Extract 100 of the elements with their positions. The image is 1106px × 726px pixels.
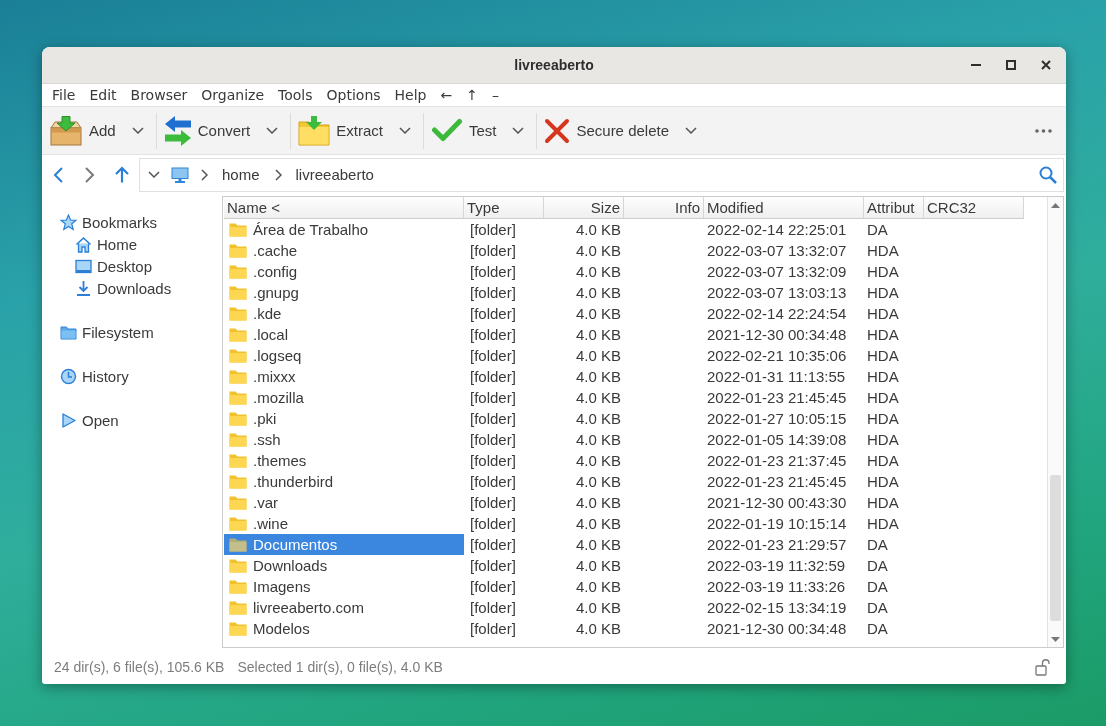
folder-entry[interactable]: Área de Trabalho [224, 219, 464, 240]
file-size: 4.0 KB [574, 514, 622, 534]
folder-entry[interactable]: .mixxx [224, 366, 464, 387]
column-header[interactable]: Info [624, 197, 704, 219]
box-icon [49, 115, 83, 146]
menu-item[interactable]: ← [433, 84, 460, 106]
menu-item[interactable]: File [45, 84, 83, 106]
folder-icon [229, 243, 247, 258]
folder-entry[interactable]: .pki [224, 408, 464, 429]
vertical-scrollbar[interactable] [1047, 197, 1063, 647]
menu-item[interactable]: Help [387, 84, 434, 106]
modified-time: 2022-03-07 13:32:07 [706, 241, 848, 261]
caret-icon[interactable] [398, 127, 411, 134]
folder-entry[interactable]: .gnupg [224, 282, 464, 303]
folder-entry[interactable]: Downloads [224, 555, 464, 576]
sidebar-item[interactable]: Filesystem [60, 321, 222, 343]
column-header[interactable]: Name < [224, 197, 464, 219]
menu-item[interactable]: ↑ [459, 84, 485, 106]
folder-icon [60, 323, 77, 341]
file-size: 4.0 KB [574, 598, 622, 618]
caret-icon[interactable] [512, 127, 525, 134]
menu-item[interactable]: Options [319, 84, 388, 106]
breadcrumb[interactable]: livreeaberto [295, 166, 374, 183]
toolbar-button[interactable]: Test [423, 112, 507, 149]
menu-item[interactable]: – [484, 84, 506, 106]
file-attributes: HDA [866, 430, 900, 450]
triangle-down-icon[interactable] [1051, 636, 1060, 642]
path-field[interactable]: home livreeaberto [139, 157, 1064, 192]
maximize-icon[interactable] [1005, 60, 1016, 70]
modified-time: 2021-12-30 00:43:30 [706, 493, 848, 513]
folder-icon [229, 621, 247, 636]
folder-entry[interactable]: .config [224, 261, 464, 282]
modified-time: 2021-12-30 00:34:48 [706, 619, 848, 639]
folder-icon [229, 558, 247, 573]
folder-entry[interactable]: Modelos [224, 618, 464, 639]
back-icon[interactable] [52, 165, 64, 184]
menu-item[interactable]: Edit [82, 84, 124, 106]
toolbar-button[interactable]: Convert [156, 112, 261, 149]
menu-item[interactable]: Browser [123, 84, 195, 106]
folder-entry[interactable]: .ssh [224, 429, 464, 450]
modified-time: 2022-03-07 13:03:13 [706, 283, 848, 303]
column-header[interactable]: Type [464, 197, 544, 219]
caret-icon[interactable] [148, 171, 160, 178]
scrollbar-thumb[interactable] [1050, 475, 1061, 622]
caret-icon[interactable] [685, 127, 697, 134]
up-arrow-icon[interactable] [115, 166, 129, 183]
sidebar-item[interactable]: History [60, 365, 222, 387]
folder-icon [229, 411, 247, 426]
file-attributes: DA [866, 619, 889, 639]
folder-entry[interactable]: Imagens [224, 576, 464, 597]
folder-entry[interactable]: .local [224, 324, 464, 345]
folder-arrow-icon [298, 115, 331, 146]
caret-icon[interactable] [266, 127, 279, 134]
search-icon[interactable] [1039, 165, 1057, 184]
file-type: [folder] [469, 283, 517, 303]
column-header[interactable]: Attribut [864, 197, 924, 219]
folder-entry[interactable]: Documentos [224, 534, 464, 555]
folder-entry[interactable]: livreeaberto.com [224, 597, 464, 618]
folder-icon [229, 600, 247, 615]
file-size: 4.0 KB [574, 262, 622, 282]
folder-entry[interactable]: .themes [224, 450, 464, 471]
toolbar-button[interactable]: Extract [291, 112, 393, 149]
folder-icon [229, 516, 247, 531]
folder-entry[interactable]: .wine [224, 513, 464, 534]
file-type: [folder] [469, 472, 517, 492]
column-header[interactable]: CRC32 [924, 197, 1024, 219]
folder-entry[interactable]: .cache [224, 240, 464, 261]
file-type: [folder] [469, 493, 517, 513]
column-header[interactable]: Size [544, 197, 624, 219]
sidebar-item[interactable]: Open [60, 409, 222, 431]
toolbar-button[interactable]: Secure delete [537, 112, 679, 149]
folder-entry[interactable]: .mozilla [224, 387, 464, 408]
sidebar-item[interactable]: Desktop [75, 255, 222, 277]
toolbar-button[interactable]: Add [42, 112, 126, 149]
sidebar-item[interactable]: Downloads [75, 277, 222, 299]
menu-item[interactable]: Organize [194, 84, 272, 106]
minimize-icon[interactable] [970, 64, 981, 66]
breadcrumb[interactable]: home [222, 166, 260, 183]
cross-icon [544, 117, 571, 144]
folder-entry[interactable]: .var [224, 492, 464, 513]
file-type: [folder] [469, 598, 517, 618]
menu-item[interactable]: Tools [271, 84, 320, 106]
folder-entry[interactable]: .kde [224, 303, 464, 324]
padlock-icon[interactable] [1035, 658, 1050, 676]
modified-time: 2022-01-23 21:37:45 [706, 451, 848, 471]
file-attributes: HDA [866, 493, 900, 513]
column-header[interactable]: Modified [704, 197, 864, 219]
sidebar-item[interactable]: Bookmarks [60, 211, 222, 233]
status-summary: 24 dir(s), 6 file(s), 105.6 KB [54, 659, 225, 675]
caret-icon[interactable] [131, 127, 144, 134]
triangle-up-icon[interactable] [1051, 202, 1060, 208]
close-icon[interactable] [1040, 60, 1051, 70]
selection-summary: Selected 1 dir(s), 0 file(s), 4.0 KB [237, 659, 443, 675]
file-size: 4.0 KB [574, 619, 622, 639]
sidebar-item[interactable]: Home [75, 233, 222, 255]
file-size: 4.0 KB [574, 409, 622, 429]
folder-icon [229, 348, 247, 363]
folder-entry[interactable]: .logseq [224, 345, 464, 366]
more-icon[interactable] [1035, 128, 1052, 133]
folder-entry[interactable]: .thunderbird [224, 471, 464, 492]
